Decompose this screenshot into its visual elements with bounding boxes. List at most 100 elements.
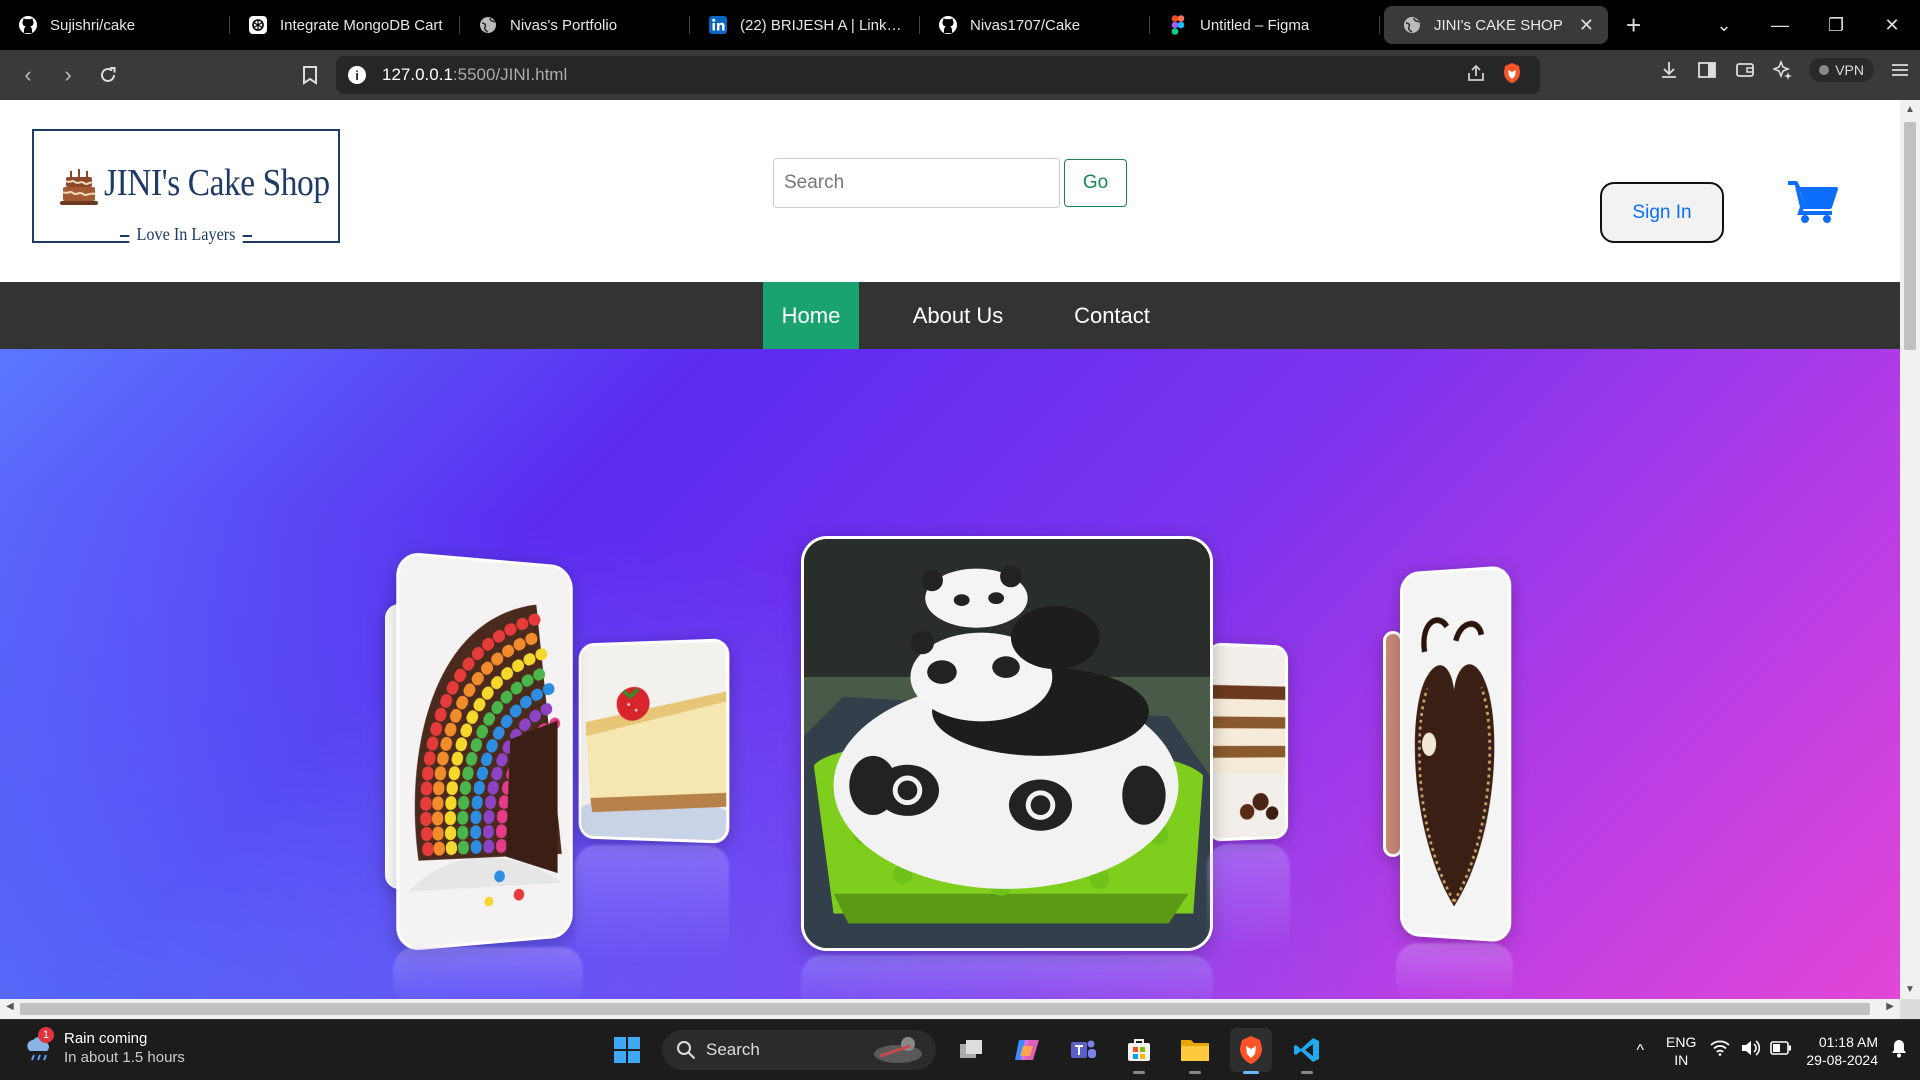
tab-nivas-portfolio[interactable]: Nivas's Portfolio — [460, 6, 690, 44]
sidebar-icon[interactable] — [1695, 58, 1719, 82]
language-indicator[interactable]: ENG IN — [1666, 1033, 1696, 1069]
carousel-card-tiramisu[interactable] — [1207, 642, 1289, 842]
nav-home[interactable]: Home — [763, 282, 859, 349]
cheesecake-reflection — [575, 845, 729, 965]
close-tab-icon[interactable]: ✕ — [1579, 15, 1594, 36]
back-icon[interactable]: ‹ — [10, 57, 46, 93]
task-view-button[interactable] — [950, 1028, 992, 1072]
brave-shields-icon[interactable] — [1502, 62, 1522, 89]
browser-tab-strip: Sujishri/cake Integrate MongoDB Cart Niv… — [0, 0, 1920, 50]
search-go-button[interactable]: Go — [1064, 159, 1127, 207]
nav-about-us[interactable]: About Us — [888, 282, 1028, 349]
window-controls: ⌄ — ❐ ✕ — [1696, 0, 1920, 50]
panda-cake-reflection — [801, 955, 1213, 999]
rainbow-candy-cake-image — [399, 554, 571, 949]
main-navbar: Home About Us Contact — [0, 282, 1900, 349]
github-icon — [938, 15, 958, 35]
copilot-icon — [1015, 1040, 1039, 1060]
screen: Sujishri/cake Integrate MongoDB Cart Niv… — [0, 0, 1920, 1080]
tab-jini-cake-shop[interactable]: JINI's CAKE SHOP ✕ — [1384, 6, 1608, 44]
panda-cake-image — [804, 539, 1210, 948]
url-host: 127.0.0.1 — [382, 65, 453, 84]
globe-icon — [1402, 15, 1422, 35]
scroll-right-icon[interactable]: ▶ — [1886, 1001, 1894, 1012]
file-explorer-button[interactable] — [1174, 1028, 1216, 1074]
horizontal-scroll-thumb[interactable] — [20, 1003, 1870, 1015]
tab-label: Integrate MongoDB Cart — [280, 16, 443, 34]
rain-cloud-icon: 1 — [24, 1027, 54, 1063]
vscode-button[interactable] — [1286, 1028, 1328, 1074]
site-info-icon[interactable]: i — [348, 66, 366, 84]
wallet-icon[interactable] — [1733, 58, 1757, 82]
tab-label: JINI's CAKE SHOP — [1434, 16, 1563, 34]
cart-icon[interactable] — [1788, 180, 1838, 224]
show-hidden-icons-chevron-icon[interactable]: ^ — [1637, 1042, 1645, 1060]
vpn-label: VPN — [1835, 62, 1864, 78]
teams-button[interactable] — [1062, 1028, 1104, 1072]
menu-icon[interactable] — [1888, 58, 1912, 82]
carousel-card-cheesecake[interactable] — [578, 638, 730, 844]
browser-toolbar: ‹ › i 127.0.0.1:5500/JINI.html VPN — [0, 50, 1920, 100]
notification-badge: 1 — [38, 1027, 54, 1043]
scroll-left-icon[interactable]: ◀ — [6, 1001, 14, 1012]
site-header: JINI's Cake Shop Love In Layers Go Sign … — [0, 100, 1900, 282]
close-window-icon[interactable]: ✕ — [1864, 15, 1920, 36]
tab-label: Nivas's Portfolio — [510, 16, 618, 34]
new-tab-icon[interactable]: + — [1626, 10, 1641, 41]
leo-ai-icon[interactable] — [1771, 58, 1795, 82]
carousel-card-panda-cake[interactable] — [801, 536, 1213, 951]
system-clock[interactable]: 01:18 AM 29-08-2024 — [1806, 1033, 1878, 1069]
search-input[interactable] — [773, 158, 1060, 208]
vertical-scroll-thumb[interactable] — [1904, 122, 1916, 350]
tab-integrate-mongodb-cart[interactable]: Integrate MongoDB Cart — [230, 6, 460, 44]
carousel-card-chocolate-heart[interactable] — [1399, 565, 1512, 943]
battery-icon[interactable] — [1770, 1041, 1792, 1060]
bookmark-icon[interactable] — [292, 57, 328, 93]
vscode-icon — [1294, 1038, 1319, 1062]
taskbar-search[interactable]: Search — [662, 1030, 936, 1070]
nav-contact[interactable]: Contact — [1062, 282, 1162, 349]
tab-label: (22) BRIJESH A | LinkedIn — [740, 16, 906, 34]
tab-figma[interactable]: Untitled – Figma — [1150, 6, 1380, 44]
copilot-button[interactable] — [1006, 1028, 1048, 1072]
search-icon — [677, 1041, 696, 1060]
restore-icon[interactable]: ❐ — [1808, 15, 1864, 36]
minimize-icon[interactable]: — — [1752, 15, 1808, 36]
address-bar[interactable]: i 127.0.0.1:5500/JINI.html — [336, 56, 1540, 94]
tiramisu-slice-image — [1210, 645, 1286, 839]
sign-in-button[interactable]: Sign In — [1600, 182, 1724, 243]
page-viewport: JINI's Cake Shop Love In Layers Go Sign … — [0, 100, 1900, 999]
store-button[interactable] — [1118, 1028, 1160, 1074]
wifi-icon[interactable] — [1710, 1040, 1730, 1061]
tab-sujishri-cake[interactable]: Sujishri/cake — [0, 6, 230, 44]
tab-label: Nivas1707/Cake — [970, 16, 1081, 34]
reload-icon[interactable] — [90, 57, 126, 93]
start-button[interactable] — [606, 1028, 648, 1072]
vertical-scrollbar[interactable]: ▲ ▼ — [1900, 100, 1920, 999]
openai-icon — [248, 15, 268, 35]
cake-logo-icon — [60, 169, 98, 205]
share-icon[interactable] — [1466, 63, 1486, 88]
notifications-icon[interactable] — [1890, 1038, 1908, 1063]
vpn-button[interactable]: VPN — [1809, 58, 1874, 82]
tab-nivas-cake[interactable]: Nivas1707/Cake — [920, 6, 1150, 44]
scrollbar-corner — [1900, 999, 1920, 1019]
volume-icon[interactable] — [1740, 1039, 1761, 1062]
linkedin-icon — [708, 15, 728, 35]
hero-carousel — [0, 349, 1900, 999]
forward-icon[interactable]: › — [50, 57, 86, 93]
github-icon — [18, 15, 38, 35]
site-logo[interactable]: JINI's Cake Shop Love In Layers — [32, 129, 340, 245]
tab-search-chevron-icon[interactable]: ⌄ — [1696, 15, 1752, 36]
download-icon[interactable] — [1657, 58, 1681, 82]
tab-linkedin[interactable]: (22) BRIJESH A | LinkedIn — [690, 6, 920, 44]
weather-widget[interactable]: 1 Rain coming In about 1.5 hours — [24, 1027, 185, 1066]
brave-browser-button[interactable] — [1230, 1028, 1272, 1074]
taskbar-apps: Search — [606, 1028, 1328, 1074]
carousel-card-rainbow-cake[interactable] — [396, 551, 573, 952]
scroll-down-icon[interactable]: ▼ — [1900, 984, 1920, 995]
figma-icon — [1168, 15, 1188, 35]
scroll-up-icon[interactable]: ▲ — [1900, 104, 1920, 115]
vpn-status-icon — [1819, 65, 1830, 75]
horizontal-scrollbar[interactable]: ◀ ▶ — [0, 999, 1900, 1019]
